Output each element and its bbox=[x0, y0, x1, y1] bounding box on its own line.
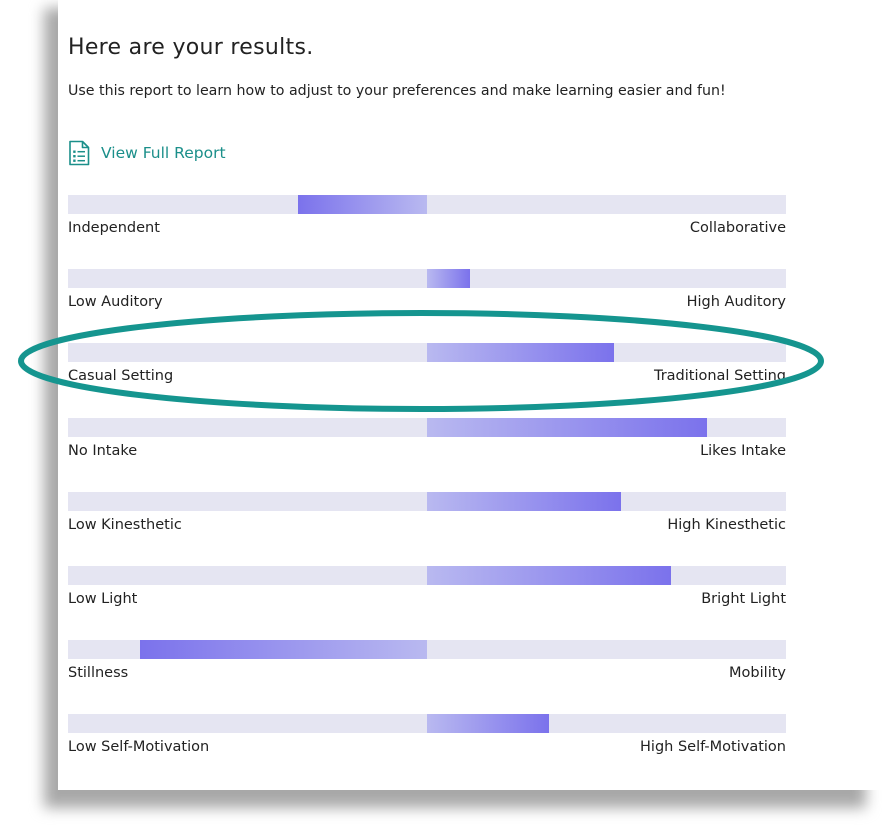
scale-kinesthetic: Low Kinesthetic High Kinesthetic bbox=[68, 492, 786, 552]
scale-right-label: High Kinesthetic bbox=[667, 517, 786, 533]
scale-track bbox=[68, 195, 786, 214]
scale-track bbox=[68, 640, 786, 659]
scale-left-label: Low Self-Motivation bbox=[68, 739, 210, 755]
scale-track bbox=[68, 343, 786, 362]
scale-fill bbox=[297, 195, 427, 214]
scale-track bbox=[68, 714, 786, 733]
scale-fill bbox=[427, 566, 672, 585]
page-title: Here are your results. bbox=[68, 35, 314, 60]
scale-setting: Casual Setting Traditional Setting bbox=[68, 343, 786, 403]
scale-right-label: Collaborative bbox=[689, 220, 786, 236]
scale-intake: No Intake Likes Intake bbox=[68, 418, 786, 478]
scale-self-motivation: Low Self-Motivation High Self-Motivation bbox=[68, 714, 786, 774]
scale-fill bbox=[427, 269, 471, 288]
scale-auditory: Low Auditory High Auditory bbox=[68, 269, 786, 329]
scale-right-label: Traditional Setting bbox=[653, 368, 786, 384]
scale-track bbox=[68, 566, 786, 585]
scale-track bbox=[68, 492, 786, 511]
report-document-icon bbox=[68, 140, 90, 166]
scale-fill bbox=[427, 714, 550, 733]
scale-fill bbox=[427, 343, 614, 362]
scale-left-label: Low Auditory bbox=[68, 294, 163, 310]
scale-left-label: No Intake bbox=[68, 443, 138, 459]
scale-right-label: High Auditory bbox=[686, 294, 786, 310]
scale-left-label: Low Kinesthetic bbox=[68, 517, 182, 533]
scale-fill bbox=[427, 418, 708, 437]
results-card: Here are your results. Use this report t… bbox=[58, 0, 884, 790]
scale-mobility: Stillness Mobility bbox=[68, 640, 786, 700]
scale-track bbox=[68, 418, 786, 437]
scale-right-label: Mobility bbox=[729, 665, 786, 681]
view-full-report-link[interactable]: View Full Report bbox=[68, 140, 226, 166]
scale-left-label: Low Light bbox=[68, 591, 138, 607]
page-subtitle: Use this report to learn how to adjust t… bbox=[68, 83, 726, 99]
scale-right-label: High Self-Motivation bbox=[640, 739, 786, 755]
scale-right-label: Bright Light bbox=[701, 591, 786, 607]
scale-left-label: Stillness bbox=[68, 665, 129, 681]
scale-right-label: Likes Intake bbox=[700, 443, 786, 459]
scale-fill bbox=[427, 492, 621, 511]
view-full-report-label: View Full Report bbox=[101, 144, 226, 162]
scale-independent-collaborative: Independent Collaborative bbox=[68, 195, 786, 255]
scale-fill bbox=[139, 640, 427, 659]
scale-left-label: Casual Setting bbox=[68, 368, 174, 384]
scale-light: Low Light Bright Light bbox=[68, 566, 786, 626]
scale-track bbox=[68, 269, 786, 288]
scale-left-label: Independent bbox=[68, 220, 160, 236]
